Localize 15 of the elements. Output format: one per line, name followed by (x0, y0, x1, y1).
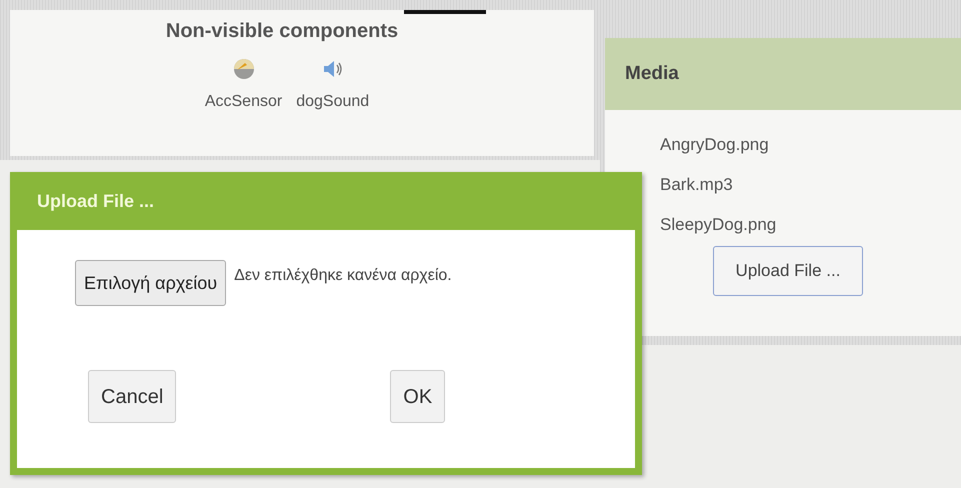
dialog-button[interactable]: Cancel (88, 370, 176, 423)
file-status-text: Δεν επιλέχθηκε κανένα αρχείο. (234, 266, 452, 286)
upload-file-button[interactable]: Upload File ... (713, 246, 863, 296)
panel-title: Non-visible components (166, 19, 398, 44)
component-label[interactable]: AccSensor (204, 90, 282, 114)
media-header: Media (605, 38, 961, 110)
choose-file-button[interactable]: Επιλογή αρχείου (75, 260, 226, 306)
dialog-button[interactable]: OK (390, 370, 446, 423)
speaker-icon (322, 58, 344, 80)
media-file[interactable]: SleepyDog.png (660, 214, 961, 236)
component-label[interactable]: dogSound (296, 90, 370, 114)
media-file[interactable]: Bark.mp3 (660, 174, 961, 196)
media-file[interactable]: AngryDog.png (660, 134, 961, 156)
gauge-icon (232, 58, 255, 80)
dialog-title: Upload File ... (36, 190, 156, 213)
